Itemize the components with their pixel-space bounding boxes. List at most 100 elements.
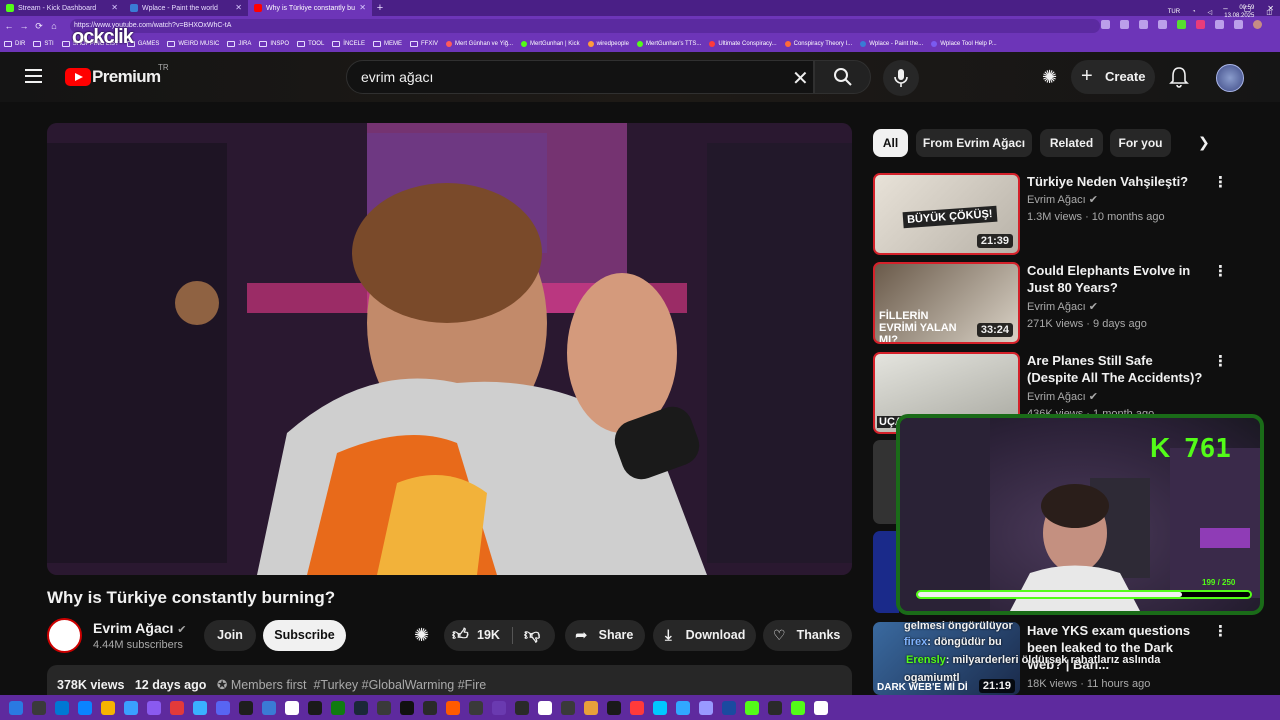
video-thumbnail[interactable]: FİLLERİN EVRİMİ YALAN MI? 33:24 — [873, 262, 1020, 344]
taskbar-app-icon[interactable] — [239, 700, 253, 715]
url-field[interactable]: https://www.youtube.com/watch?v=BHXOxWhC… — [70, 19, 1100, 33]
extension-icon[interactable] — [1158, 20, 1167, 29]
taskbar-app-icon[interactable] — [791, 700, 805, 715]
hashtags[interactable]: #Turkey #GlobalWarming #Fire — [313, 678, 486, 692]
notifications-bell-icon[interactable] — [1169, 66, 1189, 88]
related-video[interactable]: BÜYÜK ÇÖKÜŞ! 21:39 Türkiye Neden Vahşile… — [873, 173, 1253, 255]
video-thumbnail[interactable]: BÜYÜK ÇÖKÜŞ! 21:39 — [873, 173, 1020, 255]
taskbar-app-icon[interactable] — [55, 700, 69, 715]
notification-icon[interactable]: ◫ — [1266, 9, 1272, 16]
subscribe-button[interactable]: Subscribe — [263, 620, 346, 651]
clock[interactable]: 00:59 13.08.2025 — [1224, 4, 1254, 20]
tab-close-icon[interactable]: ✕ — [359, 3, 366, 12]
bookmark-item[interactable]: Wplace - Paint the... — [860, 41, 923, 47]
profile-avatar-icon[interactable] — [1253, 20, 1262, 29]
download-button[interactable]: ⤓ Download — [653, 620, 756, 651]
taskbar-app-icon[interactable] — [78, 700, 92, 715]
related-channel[interactable]: Evrim Ağacı ✔ — [1027, 300, 1098, 313]
youtube-logo-icon[interactable] — [65, 68, 91, 86]
related-title[interactable]: Are Planes Still Safe (Despite All The A… — [1027, 352, 1207, 386]
bookmark-item[interactable]: Mert Günhan ve Yiğ... — [446, 41, 513, 47]
home-icon[interactable]: ⌂ — [48, 21, 60, 31]
related-title[interactable]: Could Elephants Evolve in Just 80 Years? — [1027, 262, 1207, 296]
more-actions-icon[interactable]: ⋮ — [1213, 352, 1228, 370]
taskbar-app-icon[interactable] — [745, 700, 759, 715]
taskbar-app-icon[interactable] — [814, 700, 828, 715]
more-actions-icon[interactable]: ⋮ — [1213, 262, 1228, 280]
taskbar-app-icon[interactable] — [124, 700, 138, 715]
chip-from-channel[interactable]: From Evrim Ağacı — [916, 129, 1032, 157]
bookmark-item[interactable]: MEME — [372, 41, 402, 47]
taskbar-app-icon[interactable] — [101, 700, 115, 715]
account-avatar[interactable] — [1216, 64, 1244, 92]
taskbar-app-icon[interactable] — [492, 700, 506, 715]
extension-icon[interactable] — [1177, 20, 1186, 29]
bookmark-item[interactable]: JIRA — [227, 41, 251, 47]
more-actions-icon[interactable]: ⋮ — [1213, 173, 1228, 191]
language-indicator[interactable]: TUR — [1168, 9, 1180, 15]
taskbar-app-icon[interactable] — [32, 700, 46, 715]
youtube-brand[interactable]: Premium — [92, 67, 161, 87]
tab-close-icon[interactable]: ✕ — [111, 3, 118, 12]
chip-for-you[interactable]: For you — [1110, 129, 1171, 157]
share-button[interactable]: ➦ Share — [565, 620, 645, 651]
chip-all[interactable]: All — [873, 129, 908, 157]
taskbar-app-icon[interactable] — [354, 700, 368, 715]
taskbar-app-icon[interactable] — [768, 700, 782, 715]
taskbar-app-icon[interactable] — [630, 700, 644, 715]
taskbar-app-icon[interactable] — [515, 700, 529, 715]
taskbar-app-icon[interactable] — [676, 700, 690, 715]
video-description-box[interactable]: 378K views 12 days ago ✪ Members first #… — [47, 665, 852, 695]
join-button[interactable]: Join — [204, 620, 256, 651]
channel-name[interactable]: Evrim Ağacı ✔ — [93, 620, 187, 636]
taskbar-app-icon[interactable] — [216, 700, 230, 715]
taskbar-app-icon[interactable] — [446, 700, 460, 715]
extension-icon[interactable] — [1215, 20, 1224, 29]
browser-tab-youtube[interactable]: Why is Türkiye constantly bu ✕ — [248, 0, 372, 16]
taskbar-app-icon[interactable] — [400, 700, 414, 715]
clear-search-icon[interactable]: ✕ — [792, 66, 809, 91]
bookmark-item[interactable]: TOOL — [297, 41, 324, 47]
chevron-right-icon[interactable]: ❯ — [1198, 134, 1210, 151]
taskbar-app-icon[interactable] — [308, 700, 322, 715]
browser-tab-kick[interactable]: Stream - Kick Dashboard ✕ — [0, 0, 124, 16]
more-actions-icon[interactable]: ⋮ — [1213, 622, 1228, 640]
taskbar-app-icon[interactable] — [285, 700, 299, 715]
bookmark-item[interactable]: MertGunhan's TTS... — [636, 41, 701, 47]
volume-icon[interactable]: ◁ — [1208, 9, 1213, 16]
taskbar-app-icon[interactable] — [607, 700, 621, 715]
back-icon[interactable]: ← — [3, 21, 15, 31]
extension-icon[interactable] — [1196, 20, 1205, 29]
menu-icon[interactable] — [25, 69, 42, 83]
bookmark-item[interactable]: STI — [33, 41, 54, 47]
related-channel[interactable]: Evrim Ağacı ✔ — [1027, 193, 1098, 206]
taskbar-app-icon[interactable] — [653, 700, 667, 715]
voice-search-button[interactable] — [883, 60, 919, 96]
bookmark-item[interactable]: MertGunhan | Kick — [521, 41, 580, 47]
taskbar-app-icon[interactable] — [331, 700, 345, 715]
ask-ai-icon[interactable]: ✺ — [1042, 67, 1057, 88]
ask-ai-icon[interactable]: ✺ — [414, 625, 429, 646]
taskbar-app-icon[interactable] — [699, 700, 713, 715]
related-channel[interactable]: Evrim Ağacı ✔ — [1027, 390, 1098, 403]
bookmark-item[interactable]: İNCELE — [332, 41, 365, 47]
taskbar-app-icon[interactable] — [722, 700, 736, 715]
thanks-button[interactable]: ♡ Thanks — [763, 620, 852, 651]
taskbar-app-icon[interactable] — [377, 700, 391, 715]
extension-icon[interactable] — [1120, 20, 1129, 29]
bookmark-item[interactable]: WEIRD MUSIC — [167, 41, 219, 47]
taskbar-app-icon[interactable] — [538, 700, 552, 715]
bookmark-item[interactable]: wiredpeople — [587, 41, 629, 47]
video-player[interactable] — [47, 123, 852, 575]
taskbar-app-icon[interactable] — [262, 700, 276, 715]
like-button[interactable]: 👍︎ 19K 👎︎ — [444, 620, 555, 651]
bookmark-item[interactable]: INSPO — [259, 41, 289, 47]
taskbar-app-icon[interactable] — [147, 700, 161, 715]
bookmark-item[interactable]: Conspiracy Theory I... — [784, 41, 852, 47]
related-title[interactable]: Türkiye Neden Vahşileşti? — [1027, 173, 1207, 190]
settings-icon[interactable] — [1234, 20, 1243, 29]
taskbar-app-icon[interactable] — [561, 700, 575, 715]
dislike-button[interactable]: 👎︎ — [524, 620, 540, 651]
taskbar-app-icon[interactable] — [584, 700, 598, 715]
bookmark-item[interactable]: Ultimate Conspiracy... — [709, 41, 777, 47]
